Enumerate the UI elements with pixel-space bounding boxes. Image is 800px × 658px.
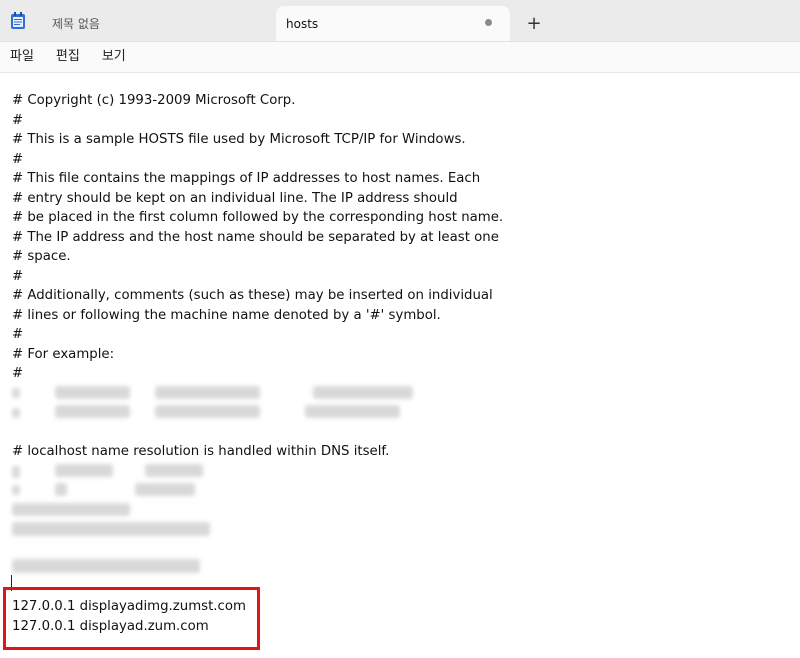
highlight-box <box>3 587 260 650</box>
tab-hosts[interactable]: hosts <box>276 6 510 41</box>
new-tab-button[interactable]: + <box>522 12 546 36</box>
text-line: # entry should be kept on an individual … <box>12 191 458 206</box>
blurred-text <box>55 386 130 399</box>
blurred-text <box>145 464 203 477</box>
menu-view[interactable]: 보기 <box>92 42 136 72</box>
text-line: # lines or following the machine name de… <box>12 308 441 323</box>
blurred-text <box>12 466 20 478</box>
text-line: # This is a sample HOSTS file used by Mi… <box>12 132 466 147</box>
blurred-text <box>55 405 130 418</box>
tab-label: 제목 없음 <box>52 17 100 31</box>
unsaved-dot-icon[interactable] <box>485 19 492 26</box>
text-editor[interactable]: # Copyright (c) 1993-2009 Microsoft Corp… <box>0 73 800 658</box>
text-line: # <box>12 113 24 128</box>
notepad-icon <box>11 12 25 29</box>
menu-edit[interactable]: 편집 <box>46 42 90 72</box>
text-line: # The IP address and the host name shoul… <box>12 230 499 245</box>
text-line: # This file contains the mappings of IP … <box>12 171 481 186</box>
text-line: # be placed in the first column followed… <box>12 210 504 225</box>
tab-label: hosts <box>286 16 319 31</box>
menu-bar: 파일 편집 보기 <box>0 42 800 73</box>
blurred-text <box>12 503 130 516</box>
blurred-text <box>12 522 210 536</box>
blurred-text <box>313 386 413 399</box>
text-line: # <box>12 366 24 381</box>
blurred-text <box>12 388 20 398</box>
blurred-text <box>305 405 400 418</box>
tab-strip: 제목 없음 hosts + <box>0 0 800 42</box>
text-line: # <box>12 327 24 342</box>
blurred-text <box>135 483 195 496</box>
blurred-text <box>12 485 20 495</box>
blurred-text <box>12 408 20 418</box>
tab-untitled[interactable]: 제목 없음 <box>40 6 270 41</box>
text-line: # <box>12 152 24 167</box>
blurred-text <box>155 405 260 418</box>
blurred-text <box>12 559 200 573</box>
blurred-text <box>55 483 67 496</box>
text-line: # space. <box>12 249 71 264</box>
text-line: # Additionally, comments (such as these)… <box>12 288 493 303</box>
blurred-text <box>55 464 113 477</box>
text-line: # Copyright (c) 1993-2009 Microsoft Corp… <box>12 93 296 108</box>
text-line: # localhost name resolution is handled w… <box>12 444 390 459</box>
blurred-text <box>155 386 260 399</box>
text-line: # For example: <box>12 347 115 362</box>
text-line: # <box>12 269 24 284</box>
menu-file[interactable]: 파일 <box>0 42 44 72</box>
